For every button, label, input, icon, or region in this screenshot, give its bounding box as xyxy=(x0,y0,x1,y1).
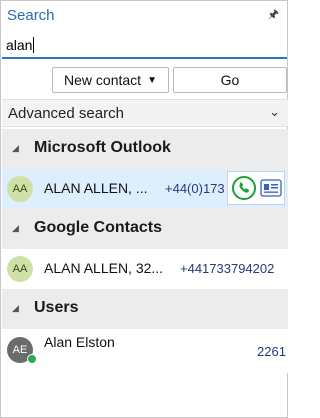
contact-name: ALAN ALLEN, ... xyxy=(44,180,148,196)
group-header-microsoft-outlook[interactable]: ◢ Microsoft Outlook xyxy=(2,129,288,169)
new-contact-label: New contact xyxy=(64,72,142,88)
search-input[interactable]: alan xyxy=(2,34,287,59)
contact-row[interactable]: AA ALAN ALLEN, 32... +441733794202 xyxy=(2,249,288,289)
avatar: AA xyxy=(7,256,33,282)
avatar: AA xyxy=(7,176,33,202)
contact-card-icon[interactable] xyxy=(260,178,282,198)
contact-row[interactable]: AE Alan Elston 2261 xyxy=(2,329,288,373)
contact-actions-popup xyxy=(227,171,285,205)
text-caret xyxy=(33,37,34,53)
group-title: Microsoft Outlook xyxy=(34,139,171,156)
group-header-google-contacts[interactable]: ◢ Google Contacts xyxy=(2,209,288,249)
panel-title-bar: Search 🖈 xyxy=(1,1,287,31)
collapse-triangle-icon: ◢ xyxy=(12,303,19,313)
go-button[interactable]: Go xyxy=(173,67,287,93)
new-contact-button[interactable]: New contact ▼ xyxy=(52,67,169,93)
contact-number[interactable]: +44(0)173 xyxy=(165,181,225,196)
collapse-triangle-icon: ◢ xyxy=(12,223,19,233)
chevron-down-icon: ⌄ xyxy=(269,104,280,119)
dropdown-arrow-icon: ▼ xyxy=(147,74,157,86)
advanced-search-label: Advanced search xyxy=(8,105,124,122)
pin-icon[interactable]: 🖈 xyxy=(268,5,279,26)
group-title: Users xyxy=(34,299,79,316)
contact-number[interactable]: +441733794202 xyxy=(180,261,274,276)
group-title: Google Contacts xyxy=(34,219,163,236)
search-panel: Search 🖈 alan New contact ▼ Go Advanced … xyxy=(0,0,288,418)
contact-number[interactable]: 2261 xyxy=(257,344,286,359)
presence-online-icon xyxy=(27,354,37,364)
advanced-search-toggle[interactable]: Advanced search ⌄ xyxy=(2,99,288,127)
contact-name: ALAN ALLEN, 32... xyxy=(44,260,164,276)
group-header-users[interactable]: ◢ Users xyxy=(2,289,288,329)
call-icon[interactable] xyxy=(232,176,256,200)
collapse-triangle-icon: ◢ xyxy=(12,143,19,153)
panel-title: Search xyxy=(7,7,55,24)
search-input-value: alan xyxy=(6,37,33,53)
contact-name: Alan Elston xyxy=(44,334,115,350)
go-label: Go xyxy=(220,72,240,88)
